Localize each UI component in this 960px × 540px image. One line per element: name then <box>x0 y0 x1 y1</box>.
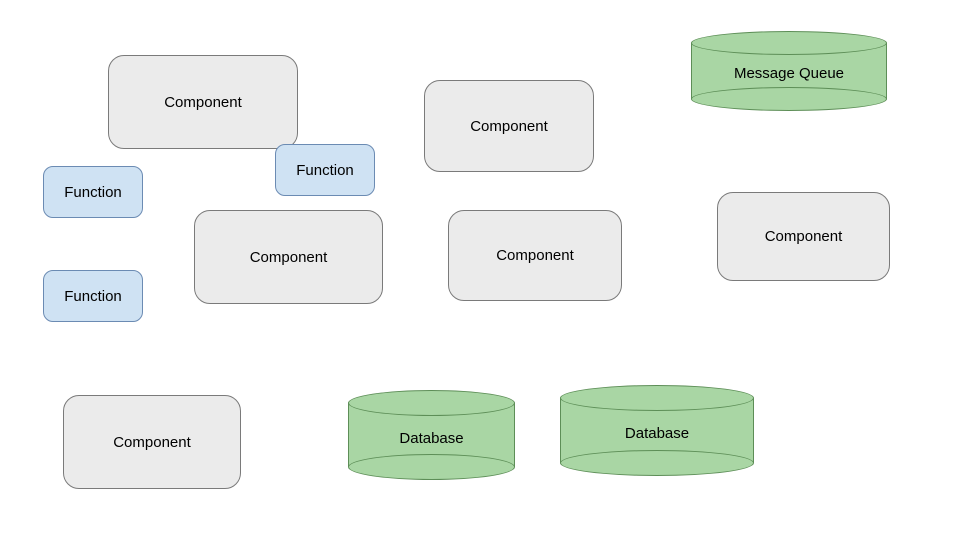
function-box: Function <box>43 166 143 218</box>
component-label: Component <box>765 228 843 245</box>
component-box: Component <box>108 55 298 149</box>
component-label: Component <box>250 249 328 266</box>
component-label: Component <box>113 434 191 451</box>
component-box: Component <box>194 210 383 304</box>
function-label: Function <box>64 184 122 201</box>
function-label: Function <box>296 162 354 179</box>
component-box: Component <box>63 395 241 489</box>
component-box: Component <box>717 192 890 281</box>
function-label: Function <box>64 288 122 305</box>
component-box: Component <box>424 80 594 172</box>
function-box: Function <box>275 144 375 196</box>
component-box: Component <box>448 210 622 301</box>
component-label: Component <box>496 247 574 264</box>
message-queue-cylinder: Message Queue <box>691 31 887 111</box>
component-label: Component <box>470 118 548 135</box>
function-box: Function <box>43 270 143 322</box>
component-label: Component <box>164 94 242 111</box>
database-label: Database <box>625 425 689 442</box>
message-queue-label: Message Queue <box>734 65 844 82</box>
database-cylinder: Database <box>560 385 754 476</box>
database-cylinder: Database <box>348 390 515 480</box>
database-label: Database <box>399 430 463 447</box>
